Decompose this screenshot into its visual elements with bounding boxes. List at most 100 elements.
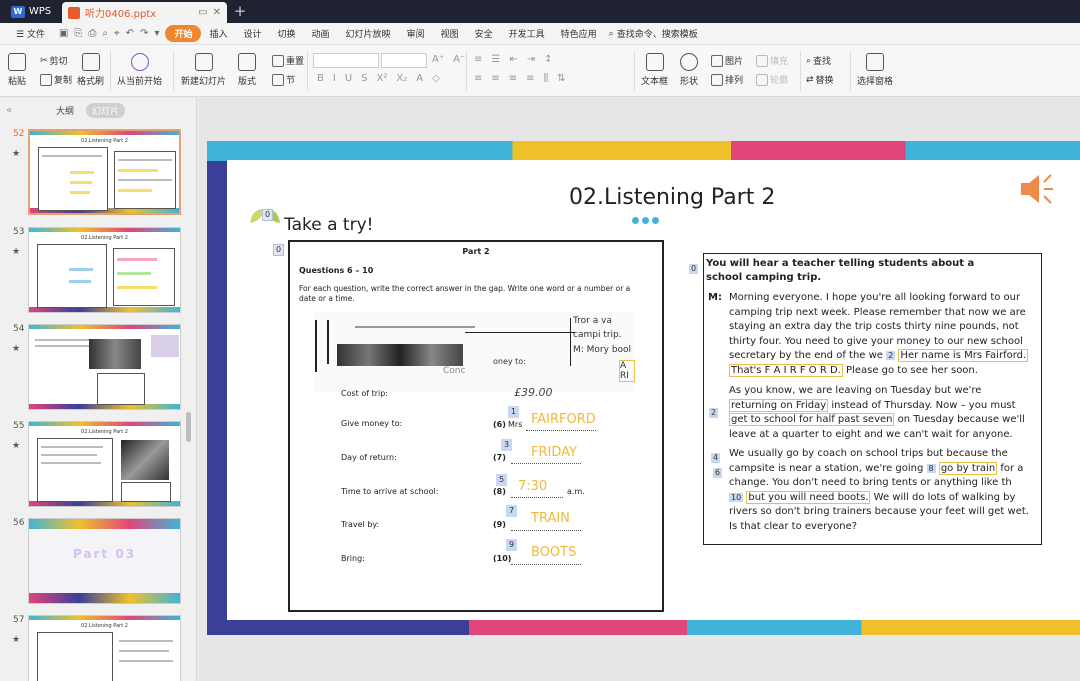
- animation-marker[interactable]: 2: [709, 408, 719, 418]
- listening-transcript-box[interactable]: You will hear a teacher telling students…: [703, 253, 1042, 545]
- align-right-icon[interactable]: ≡: [509, 73, 517, 84]
- format-painter-button[interactable]: 格式刷: [77, 53, 104, 87]
- menu-tab-security[interactable]: 安全: [467, 27, 501, 40]
- paste-button[interactable]: 粘贴: [8, 53, 26, 87]
- menu-tab-slideshow[interactable]: 幻灯片放映: [338, 27, 399, 40]
- strikethrough-icon[interactable]: S: [361, 73, 367, 84]
- menu-tab-review[interactable]: 审阅: [399, 27, 433, 40]
- clear-format-icon[interactable]: ◇: [432, 73, 440, 84]
- cut-button[interactable]: ✂ 剪切: [40, 54, 68, 68]
- collapse-panel-icon[interactable]: «: [6, 105, 44, 116]
- line-spacing-icon[interactable]: ↕: [544, 54, 552, 65]
- indent-increase-icon[interactable]: ⇥: [527, 54, 535, 65]
- animation-marker[interactable]: 0: [262, 209, 274, 221]
- answer-badge[interactable]: 3: [501, 439, 513, 451]
- menu-tab-design[interactable]: 设计: [236, 27, 270, 40]
- undo-icon[interactable]: ↶: [126, 28, 134, 39]
- exam-worksheet[interactable]: Part 2 Questions 6 – 10 For each questio…: [288, 240, 664, 612]
- bullets-icon[interactable]: ≡: [474, 54, 482, 65]
- columns-icon[interactable]: ⫼: [544, 73, 549, 84]
- wps-home-tab[interactable]: W WPS: [0, 0, 62, 23]
- answer-badge[interactable]: 8: [926, 463, 936, 473]
- outline-button[interactable]: 轮廓: [756, 73, 788, 86]
- highlighted-answer: That's F A I R F O R D.: [729, 363, 843, 377]
- export-icon[interactable]: ⎘: [74, 28, 82, 39]
- italic-icon[interactable]: I: [333, 73, 336, 84]
- answer-badge[interactable]: 10: [729, 492, 744, 502]
- slide-thumbnail-53[interactable]: 53 ★ 02.Listening Part 2: [0, 227, 190, 317]
- shape-button[interactable]: 形状: [680, 53, 698, 87]
- find-button[interactable]: ⌕ 查找: [806, 54, 831, 68]
- menu-tab-features[interactable]: 特色应用: [553, 27, 605, 40]
- shrink-font-icon[interactable]: A⁻: [453, 54, 465, 65]
- menu-tab-animation[interactable]: 动画: [304, 27, 338, 40]
- play-from-current-button[interactable]: 从当前开始: [117, 53, 162, 87]
- menu-tab-view[interactable]: 视图: [433, 27, 467, 40]
- replace-button[interactable]: ⇄ 替换: [806, 73, 834, 87]
- row-label-arrival-time: Time to arrive at school:: [341, 487, 439, 496]
- slides-tab[interactable]: 幻灯片: [86, 102, 126, 118]
- new-tab-button[interactable]: +: [227, 0, 253, 23]
- file-menu[interactable]: ☰ 文件: [8, 27, 53, 40]
- indent-decrease-icon[interactable]: ⇤: [509, 54, 517, 65]
- current-slide[interactable]: 02.Listening Part 2 0 Take a try! 0 Part…: [207, 141, 1080, 635]
- animation-marker[interactable]: 6: [713, 468, 723, 478]
- print-icon[interactable]: ⎙: [88, 28, 96, 39]
- answer-badge[interactable]: 1: [508, 406, 520, 418]
- save-icon[interactable]: ▣: [59, 28, 68, 39]
- preview-icon[interactable]: ⌕: [102, 28, 108, 39]
- command-search[interactable]: ⌕ 查找命令、搜索模板: [605, 27, 698, 41]
- menu-tab-home[interactable]: 开始: [165, 25, 202, 42]
- slide-thumbnail-52[interactable]: 52 ★ 02.Listening Part 2: [0, 129, 190, 219]
- slide-thumbnail-55[interactable]: 55 ★ 02.Listening Part 2: [0, 421, 190, 511]
- underline-icon[interactable]: U: [345, 73, 352, 84]
- answer-blank-line: [511, 564, 581, 565]
- picture-button[interactable]: 图片: [711, 54, 743, 67]
- customize-icon[interactable]: ▾: [154, 28, 159, 39]
- answer-badge[interactable]: 5: [496, 474, 508, 486]
- slide-number: 53: [13, 227, 25, 237]
- answer-badge[interactable]: 2: [886, 351, 896, 360]
- thumbnail-scrollbar[interactable]: [186, 412, 191, 442]
- copy-button[interactable]: 复制: [40, 73, 72, 86]
- redo-icon[interactable]: ↷: [140, 28, 148, 39]
- bold-icon[interactable]: B: [317, 73, 324, 84]
- answer-badge[interactable]: 7: [506, 505, 518, 517]
- font-color-icon[interactable]: A: [416, 73, 423, 84]
- superscript-icon[interactable]: X²: [377, 73, 388, 84]
- animation-marker[interactable]: 0: [273, 244, 285, 256]
- outline-tab[interactable]: 大纲: [50, 103, 80, 118]
- text-box-button[interactable]: 文本框: [641, 53, 668, 87]
- selection-pane-button[interactable]: 选择窗格: [857, 53, 893, 87]
- slide-thumbnail-54[interactable]: 54 ★: [0, 324, 190, 414]
- fill-button[interactable]: 填充: [756, 54, 788, 67]
- justify-icon[interactable]: ≡: [526, 73, 534, 84]
- close-tab-icon[interactable]: ✕: [213, 7, 221, 18]
- numbering-icon[interactable]: ☰: [491, 54, 500, 65]
- slide-thumbnail-57[interactable]: 57 ★ 02.Listening Part 2: [0, 615, 190, 681]
- section-button[interactable]: 节: [272, 73, 295, 86]
- menu-tab-insert[interactable]: 插入: [201, 27, 235, 40]
- copy-icon: [40, 73, 52, 86]
- document-tab[interactable]: 听力0406.pptx ▭ ✕: [62, 2, 227, 23]
- animation-marker[interactable]: 4: [711, 453, 721, 463]
- new-slide-button[interactable]: 新建幻灯片: [181, 53, 226, 87]
- menu-tab-developer[interactable]: 开发工具: [501, 27, 553, 40]
- slide-thumbnail-56[interactable]: 56 Part 03: [0, 518, 190, 608]
- grow-font-icon[interactable]: A⁺: [432, 54, 444, 65]
- text-direction-icon[interactable]: ⇅: [557, 73, 565, 84]
- menu-tab-transition[interactable]: 切换: [270, 27, 304, 40]
- arrange-button[interactable]: 排列: [711, 73, 743, 86]
- layout-button[interactable]: 版式: [238, 53, 256, 87]
- font-name-select[interactable]: [313, 53, 379, 68]
- answer-badge[interactable]: 9: [506, 539, 518, 551]
- subscript-icon[interactable]: X₂: [396, 73, 407, 84]
- font-size-select[interactable]: [381, 53, 427, 68]
- align-center-icon[interactable]: ≡: [491, 73, 499, 84]
- animation-marker[interactable]: 0: [689, 264, 699, 274]
- speaker-audio-icon[interactable]: [1019, 171, 1059, 207]
- format-paint-icon[interactable]: ⌖: [114, 28, 120, 39]
- reset-button[interactable]: 重置: [272, 54, 304, 67]
- window-restore-icon[interactable]: ▭: [198, 7, 207, 18]
- align-left-icon[interactable]: ≡: [474, 73, 482, 84]
